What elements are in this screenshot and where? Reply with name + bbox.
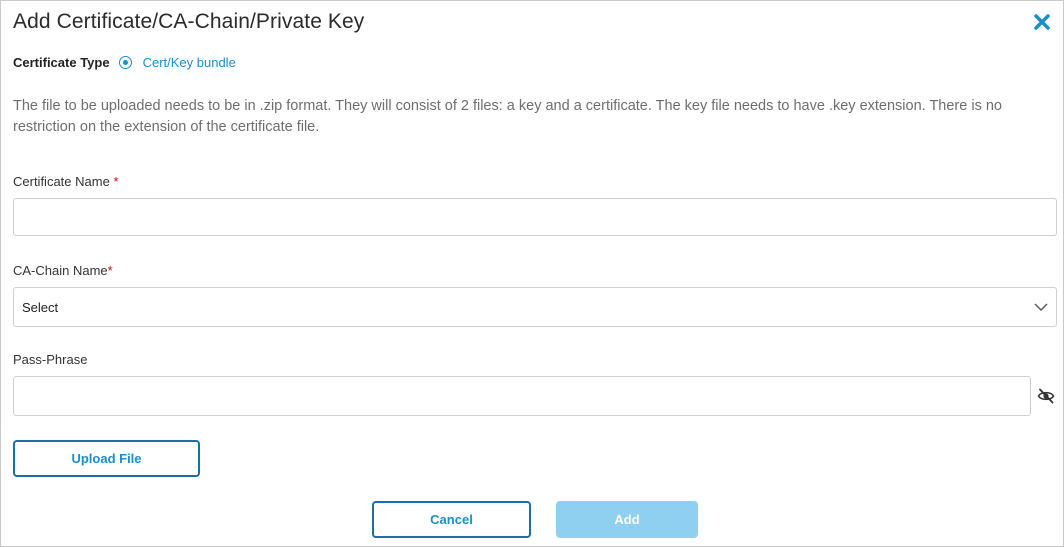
ca-chain-name-label-text: CA-Chain Name [13,263,108,278]
pass-phrase-input[interactable] [13,376,1031,416]
close-icon[interactable] [1033,13,1051,31]
certificate-name-label: Certificate Name * [13,174,119,189]
required-marker: * [107,263,113,278]
cert-key-bundle-option[interactable]: Cert/Key bundle [143,55,236,70]
upload-file-button[interactable]: Upload File [13,440,200,477]
ca-chain-name-select[interactable]: Select [13,287,1057,327]
dialog-title: Add Certificate/CA-Chain/Private Key [13,10,365,33]
certificate-type-row: Certificate Type Cert/Key bundle [13,55,236,70]
help-text: The file to be uploaded needs to be in .… [13,98,1002,135]
ca-chain-name-label: CA-Chain Name* [13,263,113,278]
eye-slash-icon[interactable] [1037,387,1055,405]
pass-phrase-label: Pass-Phrase [13,352,88,367]
radio-dot [122,60,128,65]
radio-selected-icon[interactable] [118,56,132,69]
chevron-down-icon [1034,303,1048,311]
ca-chain-selected-value: Select [22,299,59,315]
add-button[interactable]: Add [556,501,698,538]
required-marker: * [113,174,119,189]
certificate-name-label-text: Certificate Name [13,174,110,189]
add-certificate-dialog: Add Certificate/CA-Chain/Private Key Cer… [0,0,1064,547]
cancel-button[interactable]: Cancel [372,501,531,538]
certificate-type-label: Certificate Type [13,55,110,70]
certificate-name-input[interactable] [13,198,1057,236]
